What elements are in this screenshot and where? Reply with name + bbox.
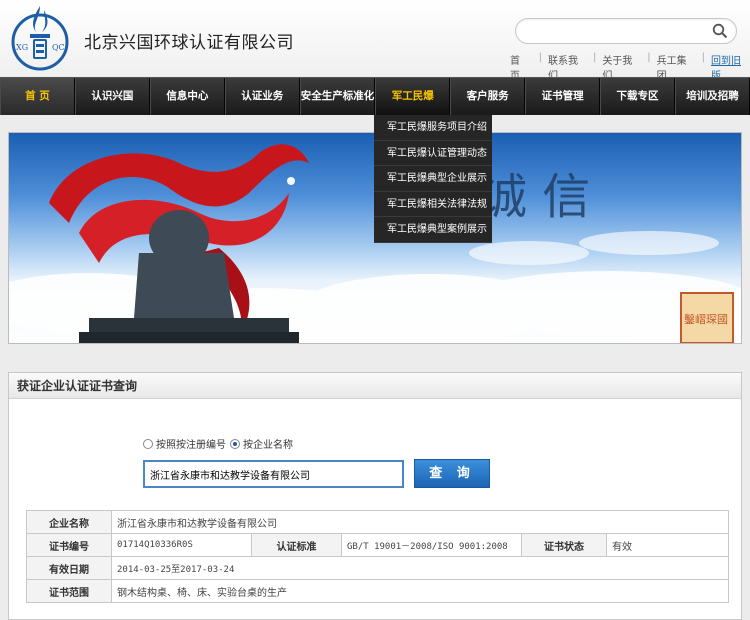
search-icon[interactable]: [712, 23, 728, 39]
search-mode-radios: 按照按注册编号 按企业名称: [143, 436, 293, 451]
certificate-query-panel: 获证企业认证证书查询 按照按注册编号 按企业名称 查 询 企业名称 浙江省永康市…: [8, 372, 742, 620]
radio-by-company[interactable]: [230, 438, 240, 449]
table-row: 证书编号 01714Q10336R0S 认证标准 GB/T 19001－2008…: [26, 533, 729, 557]
logo-text-right: QC: [52, 43, 65, 52]
table-row: 证书范围 钢木结构桌、椅、床、实验台桌的生产: [26, 579, 729, 603]
nav-item-military[interactable]: 军工民爆: [375, 78, 451, 115]
cert-no-value: 01714Q10336R0S: [111, 533, 252, 557]
result-table: 企业名称 浙江省永康市和达教学设备有限公司 证书编号 01714Q10336R0…: [26, 510, 729, 603]
validity-value: 2014-03-25至2017-03-24: [111, 556, 729, 580]
query-button[interactable]: 查 询: [414, 459, 490, 488]
site-header: XG QC 北京兴国环球认证有限公司 首 页 | 联系我们 | 关于我们 | 兵…: [0, 0, 750, 82]
radio-label-registration: 按照按注册编号: [156, 440, 226, 451]
search-input[interactable]: [516, 19, 706, 43]
cert-no-label: 证书编号: [26, 533, 112, 557]
dropdown-item[interactable]: 军工民爆相关法律法规: [374, 192, 492, 218]
military-dropdown-menu: 军工民爆服务项目介绍 军工民爆认证管理动态 军工民爆典型企业展示 军工民爆相关法…: [374, 115, 492, 243]
nav-item-home[interactable]: 首 页: [0, 78, 75, 115]
nav-item-about[interactable]: 认识兴国: [74, 78, 150, 115]
company-label: 企业名称: [26, 510, 112, 534]
table-row: 企业名称 浙江省永康市和达教学设备有限公司: [26, 510, 729, 534]
dropdown-item[interactable]: 军工民爆典型案例展示: [374, 217, 492, 243]
seal-text: 鑿嶍琛國: [684, 313, 728, 326]
banner-seal: 鑿嶍琛國: [680, 292, 734, 343]
nav-item-certificates[interactable]: 证书管理: [525, 78, 601, 115]
dropdown-item[interactable]: 军工民爆典型企业展示: [374, 166, 492, 192]
logo-text-left: XG: [16, 43, 28, 52]
table-row: 有效日期 2014-03-25至2017-03-24: [26, 556, 729, 580]
standard-value: GB/T 19001－2008/ISO 9001:2008: [341, 533, 522, 557]
nav-item-safety[interactable]: 安全生产标准化: [299, 78, 376, 115]
company-name: 北京兴国环球认证有限公司: [84, 33, 294, 53]
status-value: 有效: [606, 533, 729, 557]
dropdown-item[interactable]: 军工民爆认证管理动态: [374, 141, 492, 167]
scope-label: 证书范围: [26, 579, 112, 603]
nav-item-info[interactable]: 信息中心: [149, 78, 225, 115]
nav-item-downloads[interactable]: 下载专区: [600, 78, 675, 115]
nav-item-certification[interactable]: 认证业务: [224, 78, 300, 115]
company-query-input[interactable]: [143, 460, 404, 488]
site-search: [515, 18, 737, 44]
dropdown-item[interactable]: 军工民爆服务项目介绍: [374, 115, 492, 141]
company-logo[interactable]: XG QC: [8, 4, 72, 72]
company-value: 浙江省永康市和达教学设备有限公司: [111, 510, 729, 534]
standard-label: 认证标准: [251, 533, 342, 557]
radio-label-company: 按企业名称: [243, 440, 293, 451]
nav-item-customer-service[interactable]: 客户服务: [450, 78, 526, 115]
main-nav: 首 页 认识兴国 信息中心 认证业务 安全生产标准化 军工民爆 客户服务 证书管…: [0, 77, 750, 115]
validity-label: 有效日期: [26, 556, 112, 580]
banner-calligraphy: 诚 信: [479, 169, 590, 225]
radio-by-registration[interactable]: [143, 438, 153, 449]
panel-title: 获证企业认证证书查询: [9, 373, 741, 399]
nav-item-training[interactable]: 培训及招聘: [675, 78, 750, 115]
status-label: 证书状态: [521, 533, 607, 557]
scope-value: 钢木结构桌、椅、床、实验台桌的生产: [111, 579, 729, 603]
